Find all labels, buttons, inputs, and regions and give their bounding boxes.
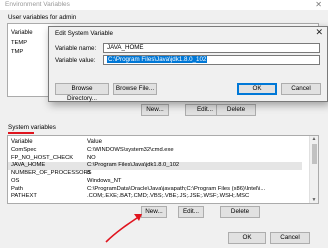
browse-directory-button[interactable]: Browse Directory... [55,83,109,102]
variable-value-label: Variable value: [55,57,96,64]
system-var-name: FP_NO_HOST_CHECK [11,154,74,161]
system-col-variable-header[interactable]: Variable [11,139,33,145]
scrollbar[interactable]: ▲ ▼ [309,136,318,203]
system-var-value: Windows_NT [87,177,122,184]
user-col-variable-header[interactable]: Variable [11,30,33,36]
browse-file-button[interactable]: Browse File... [113,83,157,95]
red-underline-annotation [8,132,34,134]
system-var-value: C:\ProgramData\Oracle\Java\javapath;C:\P… [87,185,266,192]
variable-name-value: JAVA_HOME [107,44,144,51]
table-row[interactable]: OS Windows_NT [8,178,302,186]
system-var-name: OS [11,177,20,184]
user-new-button[interactable]: New... [141,104,169,116]
table-row[interactable]: PATHEXT .COM;.EXE;.BAT;.CMD;.VBS;.VBE;.JS… [8,193,302,201]
table-row[interactable]: NUMBER_OF_PROCESSORS 8 [8,170,302,178]
window-titlebar: Environment Variables ✕ [0,0,328,10]
system-var-name: JAVA_HOME [11,162,46,169]
system-var-value: C:\Program Files\Java\jdk1.8.0_102 [87,162,180,169]
window-title: Environment Variables [5,1,70,8]
table-row[interactable]: ComSpec C:\WINDOWS\system32\cmd.exe [8,147,302,155]
system-var-value: NO [87,154,96,161]
variable-name-label: Variable name: [55,45,97,52]
system-rows: ComSpec C:\WINDOWS\system32\cmd.exe FP_NO_… [8,147,302,202]
scroll-up-arrow-icon[interactable]: ▲ [312,136,317,142]
system-var-name: PATHEXT [11,193,37,200]
ok-button[interactable]: OK [228,232,266,244]
system-var-name: NUMBER_OF_PROCESSORS [11,170,92,177]
red-arrow-annotation [105,214,142,243]
system-variables-label: System variables [8,124,56,131]
system-var-value: .COM;.EXE;.BAT;.CMD;.VBS;.VBE;.JS;.JSE;.… [87,193,250,200]
dialog-title: Edit System Variable [55,30,113,37]
system-variables-list[interactable]: Variable Value ComSpec C:\WINDOWS\system3… [7,135,319,204]
user-var-name: TEMP [11,40,28,46]
dialog-close-icon[interactable]: ✕ [315,27,323,38]
system-var-value: C:\WINDOWS\system32\cmd.exe [87,147,174,153]
edit-system-variable-dialog: Edit System Variable ✕ Variable name: JA… [48,26,328,102]
dialog-cancel-button[interactable]: Cancel [281,83,321,95]
dialog-ok-button[interactable]: OK [237,83,277,95]
variable-value-field[interactable]: C:\Program Files\Java\jdk1.8.0_102 [103,55,320,65]
user-delete-button[interactable]: Delete [216,104,256,116]
system-var-value: 8 [87,170,91,177]
cancel-button[interactable]: Cancel [270,232,310,244]
scrollbar-thumb[interactable] [311,144,317,164]
system-var-name: ComSpec [11,147,37,153]
variable-value-selected-text: C:\Program Files\Java\jdk1.8.0_102 [107,56,208,63]
close-icon[interactable]: ✕ [315,0,322,9]
table-row[interactable]: JAVA_HOME C:\Program Files\Java\jdk1.8.0_… [8,162,302,170]
scroll-down-arrow-icon[interactable]: ▼ [312,197,317,203]
table-row[interactable]: FP_NO_HOST_CHECK NO [8,155,302,163]
variable-name-field[interactable]: JAVA_HOME [103,43,320,53]
system-col-value-header[interactable]: Value [87,139,102,145]
system-edit-button[interactable]: Edit... [178,206,204,218]
user-var-name: TMP [11,49,24,55]
user-variables-label: User variables for admin [8,14,77,21]
system-delete-button[interactable]: Delete [220,206,260,218]
table-row[interactable]: Path C:\ProgramData\Oracle\Java\javapath;… [8,186,302,194]
system-var-name: Path [11,185,23,192]
